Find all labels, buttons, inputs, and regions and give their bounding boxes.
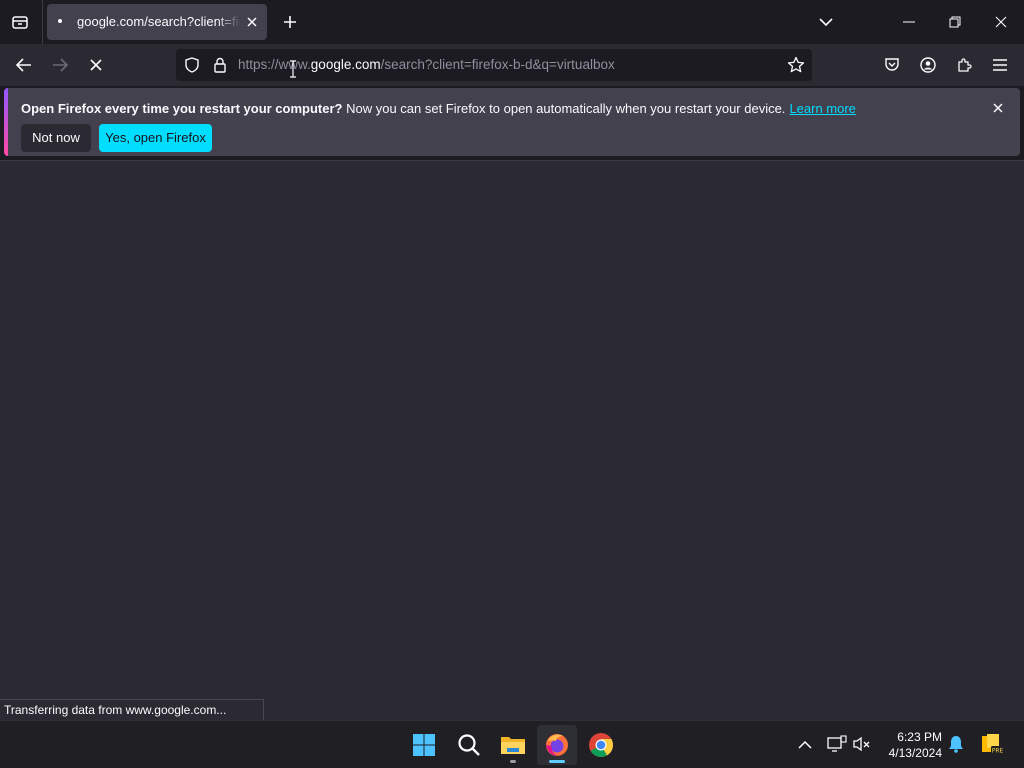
tab-active[interactable]: google.com/search?client=firefox-b-d&q=v…: [47, 4, 267, 40]
start-windows-icon[interactable]: [404, 725, 444, 765]
account-icon[interactable]: [914, 52, 942, 78]
svg-text:PRE: PRE: [992, 748, 1004, 755]
restore-icon[interactable]: [932, 0, 978, 44]
volume-muted-icon[interactable]: [851, 733, 873, 755]
url-host: google.com: [310, 57, 381, 72]
file-explorer-icon[interactable]: [493, 725, 533, 765]
status-panel: Transferring data from www.google.com...: [0, 699, 264, 721]
network-icon[interactable]: [826, 733, 848, 755]
url-bar[interactable]: https://www.google.com/search?client=fir…: [176, 49, 812, 81]
tab-title: google.com/search?client=firefox-b-d&q=v…: [77, 14, 241, 29]
show-hidden-icons-chevron-icon[interactable]: [794, 733, 816, 755]
pocket-icon[interactable]: [878, 52, 906, 78]
preview-build-icon[interactable]: PRE: [979, 733, 1005, 755]
taskbar-clock[interactable]: 6:23 PM 4/13/2024: [878, 729, 942, 761]
tab-list-icon[interactable]: [8, 11, 32, 33]
navigation-toolbar: https://www.google.com/search?client=fir…: [0, 44, 1024, 86]
notification-message: Open Firefox every time you restart your…: [21, 101, 856, 117]
url-scheme: https://: [238, 57, 279, 72]
windows-taskbar: 6:23 PM 4/13/2024 PRE: [0, 720, 1024, 768]
back-arrow-icon[interactable]: [10, 52, 38, 78]
tab-close-icon[interactable]: [243, 13, 261, 31]
tab-separator: [42, 0, 43, 44]
not-now-button[interactable]: Not now: [21, 124, 91, 152]
firefox-taskbar-icon[interactable]: [537, 725, 577, 765]
bookmark-star-icon[interactable]: [787, 56, 805, 74]
tracking-protection-shield-icon[interactable]: [183, 56, 201, 74]
tab-strip: google.com/search?client=firefox-b-d&q=v…: [0, 0, 1024, 44]
extensions-puzzle-icon[interactable]: [950, 52, 978, 78]
restart-notification-bar: Open Firefox every time you restart your…: [4, 88, 1020, 156]
list-all-tabs-chevron-icon[interactable]: [816, 12, 836, 32]
text-cursor-icon: [290, 60, 296, 78]
clock-date: 4/13/2024: [888, 746, 942, 760]
clock-time: 6:23 PM: [897, 730, 942, 744]
yes-open-firefox-button[interactable]: Yes, open Firefox: [99, 124, 212, 152]
lock-icon[interactable]: [211, 56, 229, 74]
notification-bell-icon[interactable]: [945, 733, 967, 755]
notification-accent-stripe: [4, 88, 8, 156]
firefox-active-indicator: [549, 760, 565, 763]
notification-close-icon[interactable]: [990, 100, 1006, 116]
learn-more-link[interactable]: Learn more: [789, 101, 855, 116]
notification-bold-text: Open Firefox every time you restart your…: [21, 101, 343, 116]
loading-favicon-icon: [58, 19, 62, 23]
file-explorer-running-indicator: [510, 760, 516, 763]
chrome-taskbar-icon[interactable]: [581, 725, 621, 765]
taskbar-search-icon[interactable]: [449, 725, 489, 765]
stop-loading-icon[interactable]: [82, 52, 110, 78]
page-content-area[interactable]: [0, 161, 1024, 720]
url-path: /search?client=firefox-b-d&q=virtualbox: [380, 57, 615, 72]
window-close-icon[interactable]: [978, 0, 1024, 44]
forward-arrow-icon[interactable]: [46, 52, 74, 78]
notification-text: Now you can set Firefox to open automati…: [342, 101, 786, 116]
minimize-icon[interactable]: [886, 0, 932, 44]
new-tab-icon[interactable]: [280, 12, 300, 32]
hamburger-menu-icon[interactable]: [986, 52, 1014, 78]
